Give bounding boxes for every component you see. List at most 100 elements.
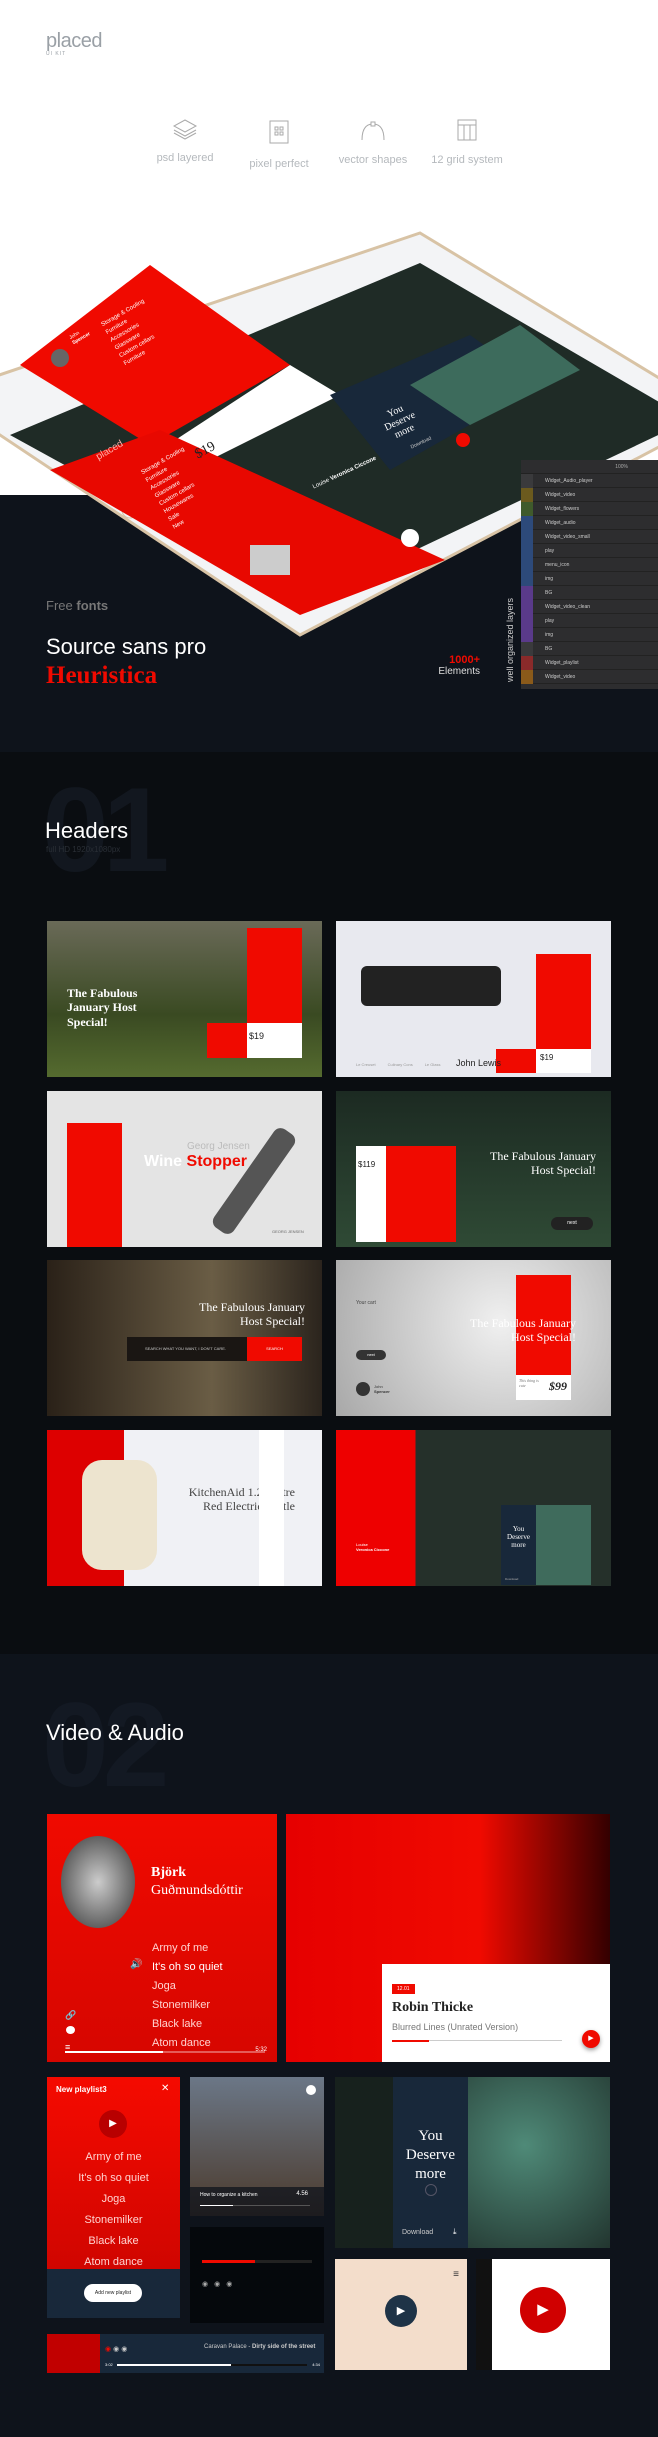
thumb-card-download[interactable]: Download [505, 1577, 536, 1581]
thumb-title: The Fabulous January Host Special! [490, 1149, 596, 1178]
playback-controls[interactable]: ◉◉◉ [202, 2280, 238, 2288]
layer-row[interactable]: Widget_video [521, 487, 658, 502]
layer-row[interactable]: BG [521, 585, 658, 600]
layer-row[interactable]: Widget_video [521, 669, 658, 684]
kitchen-video[interactable]: How to organize a kitchen 4.56 [190, 2077, 324, 2216]
layer-row[interactable]: Widget_audio [521, 515, 658, 530]
eye-icon[interactable] [521, 487, 533, 502]
eye-icon[interactable] [521, 613, 533, 628]
play-button[interactable]: ▶ [582, 2030, 600, 2048]
eye-icon[interactable] [521, 669, 533, 684]
eye-icon[interactable] [521, 543, 533, 558]
eye-icon[interactable] [521, 557, 533, 572]
download-icon[interactable]: ⤓ [453, 2227, 457, 2237]
thumb-search-button[interactable]: SEARCH [247, 1337, 302, 1361]
menu-icon[interactable]: ≡ [453, 2269, 459, 2280]
speaker-icon: 🔊 [130, 1959, 143, 1970]
corkscrew-video[interactable]: ▶ [476, 2259, 610, 2370]
progress-track[interactable] [200, 2205, 310, 2206]
eye-icon[interactable] [521, 641, 533, 656]
thumb-next-button[interactable]: next [551, 1217, 593, 1230]
thumb-avatar [356, 1382, 370, 1396]
eye-icon[interactable] [521, 529, 533, 544]
thumb-tab[interactable]: Le Glass [425, 1062, 441, 1067]
thumb-user: John Spencer [374, 1384, 390, 1394]
track-item[interactable]: Black lake [152, 2018, 223, 2037]
track-item[interactable]: Stonemilker [152, 1999, 223, 2018]
layers-opacity[interactable]: 100% [521, 460, 658, 474]
play-button[interactable]: ▶ [520, 2287, 566, 2333]
avatar [51, 349, 69, 367]
play-button[interactable]: ▶ [385, 2295, 417, 2327]
header-thumb-canal[interactable]: The Fabulous January Host Special! SEARC… [47, 1260, 322, 1416]
header-thumb-john-lewis[interactable]: $19 John Lewis Le Creuset Culinary Cons Le… [336, 921, 611, 1077]
playlist-title: New playlist3 [56, 2085, 107, 2094]
eye-icon[interactable] [521, 571, 533, 586]
layer-name: play [545, 547, 555, 554]
layer-row[interactable]: img [521, 627, 658, 642]
header-thumb-vineyard[interactable]: The Fabulous January Host Special! $19 [47, 921, 322, 1077]
thumb-menu-panel [536, 954, 591, 1049]
play-button[interactable]: ▶ [99, 2110, 127, 2138]
free-label: Free [46, 598, 73, 613]
couple-video[interactable]: ▶ ≡ [335, 2259, 467, 2370]
add-playlist-button[interactable]: Add new playlist [84, 2284, 142, 2302]
track-item[interactable]: It's oh so quiet [47, 2172, 180, 2193]
eye-icon[interactable] [521, 473, 533, 488]
thumb-tag: This thing is cute [519, 1378, 539, 1388]
eye-icon[interactable] [521, 627, 533, 642]
layer-row[interactable]: Widget_flowers [521, 501, 658, 516]
now-playing: Caravan Palace - Dirty side of the stree… [204, 2344, 316, 2350]
thumb-tab[interactable]: Le Creuset [356, 1062, 376, 1067]
eye-icon[interactable] [521, 515, 533, 530]
header-thumb-wine-stopper[interactable]: Georg Jensen Wine Stopper GEORG JENSEN [47, 1091, 322, 1247]
playback-controls[interactable]: ◉◉◉ [105, 2345, 129, 2353]
progress-track[interactable] [65, 2051, 265, 2053]
track-item[interactable]: Stonemilker [47, 2214, 180, 2235]
eye-icon[interactable] [521, 585, 533, 600]
feature-label: 12 grid system [431, 154, 503, 166]
layers-icon [172, 119, 198, 140]
track-item[interactable]: Joga [152, 1980, 223, 1999]
layer-row[interactable]: play [521, 543, 658, 558]
track-item[interactable]: Army of me [47, 2151, 180, 2172]
eye-icon[interactable] [521, 655, 533, 670]
link-icon[interactable]: 🔗 [65, 2010, 76, 2021]
eye-icon[interactable] [521, 501, 533, 516]
pause-icon[interactable] [306, 2085, 316, 2095]
layer-row[interactable]: Widget_Audio_player [521, 473, 658, 488]
thumb-next-button[interactable]: next [356, 1350, 386, 1360]
header-thumb-green-field[interactable]: $119 The Fabulous January Host Special! … [336, 1091, 611, 1247]
thumb-tab[interactable]: Culinary Cons [388, 1062, 413, 1067]
thumb-user: Louise Veronica Ciccone [356, 1542, 389, 1552]
header-thumb-kettle[interactable]: KitchenAid 1.25 Litre Red Electric Kettl… [47, 1430, 322, 1586]
track-item[interactable]: Army of me [152, 1942, 223, 1961]
layer-row[interactable]: Widget_video_small [521, 529, 658, 544]
eye-icon[interactable] [521, 599, 533, 614]
thumb-search-input[interactable]: SEARCH WHAT YOU WANT, I DON'T CARE. [127, 1337, 247, 1361]
layer-row[interactable]: menu_icon [521, 557, 658, 572]
layer-row[interactable]: Widget_playlist [521, 655, 658, 670]
layer-row[interactable]: play [521, 613, 658, 628]
bjork-audio-player: Björk Guðmundsdóttir 🔊 Army of me It's oh … [47, 1814, 277, 2062]
track-item[interactable]: Atom dance [152, 2037, 223, 2056]
header-thumb-succulent[interactable]: Louise Veronica Ciccone You Deserve more … [336, 1430, 611, 1586]
progress-track[interactable] [202, 2260, 312, 2263]
download-label[interactable]: Download [402, 2229, 433, 2236]
track-item[interactable]: It's oh so quiet [152, 1961, 223, 1980]
comment-icon[interactable] [66, 2026, 75, 2034]
progress-track[interactable] [117, 2364, 307, 2366]
pause-icon[interactable] [425, 2184, 437, 2196]
progress-track[interactable] [392, 2040, 562, 2042]
track-item[interactable]: Black lake [47, 2235, 180, 2256]
layer-row[interactable]: Widget_video_clean [521, 599, 658, 614]
track-item[interactable]: Atom dance [47, 2256, 180, 2277]
layer-row[interactable]: BG [521, 641, 658, 656]
grid-icon [457, 119, 477, 141]
layer-row[interactable]: img [521, 571, 658, 586]
thumb-cart-title: Your cart [356, 1300, 376, 1306]
close-icon[interactable]: ✕ [161, 2083, 169, 2094]
track-item[interactable]: Joga [47, 2193, 180, 2214]
header-thumb-cart[interactable]: Your cart The Fabulous January Host Spec… [336, 1260, 611, 1416]
progress-fill [392, 2040, 430, 2042]
